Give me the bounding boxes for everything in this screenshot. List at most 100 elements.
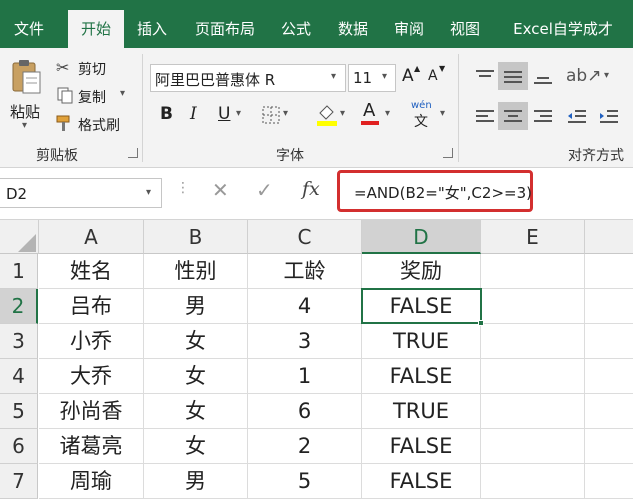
fill-color-icon[interactable] [316, 103, 338, 127]
cell-d3[interactable]: TRUE [362, 324, 481, 359]
cell-e4[interactable] [481, 359, 585, 394]
copy-button[interactable]: 复制 ▾ [56, 86, 132, 106]
insert-function-icon[interactable]: fx [302, 178, 320, 200]
tab-file[interactable]: 文件 [0, 0, 58, 48]
cell-c3[interactable]: 3 [248, 324, 362, 359]
cell-a3[interactable]: 小乔 [39, 324, 144, 359]
font-name-dropdown[interactable]: 阿里巴巴普惠体 R ▾ [150, 64, 346, 92]
row-header-3[interactable]: 3 [0, 324, 38, 359]
cell-b2[interactable]: 男 [144, 289, 248, 324]
orientation-icon[interactable]: ab↗ [566, 66, 601, 86]
cell-f1[interactable] [585, 254, 633, 289]
formula-input[interactable]: =AND(B2="女",C2>=3) [337, 170, 533, 212]
column-header-b[interactable]: B [144, 220, 248, 254]
cell-a7[interactable]: 周瑜 [39, 464, 144, 499]
tab-home[interactable]: 开始 [68, 10, 124, 48]
tab-formulas[interactable]: 公式 [272, 0, 320, 48]
cell-b3[interactable]: 女 [144, 324, 248, 359]
fill-handle[interactable] [478, 320, 484, 326]
cell-f2[interactable] [585, 289, 633, 324]
grow-font-button[interactable]: A ▲ [402, 64, 422, 88]
cell-f7[interactable] [585, 464, 633, 499]
column-header-e[interactable]: E [481, 220, 585, 254]
fill-color-dropdown-icon[interactable]: ▾ [340, 108, 345, 119]
select-all-corner[interactable] [0, 220, 39, 254]
copy-dropdown-icon[interactable]: ▾ [120, 88, 125, 99]
tab-insert[interactable]: 插入 [128, 0, 176, 48]
cell-f3[interactable] [585, 324, 633, 359]
column-header-a[interactable]: A [39, 220, 144, 254]
cell-a4[interactable]: 大乔 [39, 359, 144, 394]
cancel-icon[interactable]: ✕ [212, 178, 229, 202]
cell-c1[interactable]: 工龄 [248, 254, 362, 289]
borders-icon[interactable] [262, 106, 280, 124]
cell-e2[interactable] [481, 289, 585, 324]
italic-button[interactable]: I [190, 104, 197, 124]
cell-f6[interactable] [585, 429, 633, 464]
cell-c6[interactable]: 2 [248, 429, 362, 464]
cell-a1[interactable]: 姓名 [39, 254, 144, 289]
tab-excel-self-study[interactable]: Excel自学成才 [498, 0, 628, 48]
cell-d6[interactable]: FALSE [362, 429, 481, 464]
phonetic-guide-button[interactable]: wén 文 [410, 100, 438, 130]
row-header-7[interactable]: 7 [0, 464, 38, 499]
cell-d5[interactable]: TRUE [362, 394, 481, 429]
cell-d2[interactable]: FALSE [362, 289, 481, 324]
align-bottom-icon[interactable] [532, 68, 554, 86]
enter-icon[interactable]: ✓ [256, 178, 273, 202]
cell-f4[interactable] [585, 359, 633, 394]
align-top-icon[interactable] [474, 68, 496, 86]
name-box[interactable]: D2 ▾ [0, 178, 162, 208]
borders-dropdown-icon[interactable]: ▾ [283, 108, 288, 119]
decrease-indent-icon[interactable] [566, 108, 588, 126]
font-launcher-icon[interactable] [443, 148, 453, 158]
column-header-c[interactable]: C [248, 220, 362, 254]
align-left-icon[interactable] [474, 108, 496, 126]
cell-e6[interactable] [481, 429, 585, 464]
cell-a5[interactable]: 孙尚香 [39, 394, 144, 429]
font-color-dropdown-icon[interactable]: ▾ [385, 108, 390, 119]
font-size-dropdown[interactable]: 11 ▾ [348, 64, 396, 92]
orientation-dropdown-icon[interactable]: ▾ [604, 70, 609, 81]
row-header-6[interactable]: 6 [0, 429, 38, 464]
cell-a6[interactable]: 诸葛亮 [39, 429, 144, 464]
cell-b4[interactable]: 女 [144, 359, 248, 394]
cell-d4[interactable]: FALSE [362, 359, 481, 394]
underline-button[interactable]: U [218, 104, 230, 124]
cell-d7[interactable]: FALSE [362, 464, 481, 499]
cell-c7[interactable]: 5 [248, 464, 362, 499]
cell-c5[interactable]: 6 [248, 394, 362, 429]
row-header-1[interactable]: 1 [0, 254, 38, 289]
phonetic-dropdown-icon[interactable]: ▾ [440, 108, 445, 119]
paste-button[interactable]: 粘贴 ▾ [6, 56, 48, 136]
cell-e1[interactable] [481, 254, 585, 289]
row-header-2[interactable]: 2 [0, 289, 38, 324]
cell-e5[interactable] [481, 394, 585, 429]
row-header-5[interactable]: 5 [0, 394, 38, 429]
align-middle-button[interactable] [498, 62, 528, 90]
cell-b1[interactable]: 性别 [144, 254, 248, 289]
cut-button[interactable]: ✂ 剪切 [56, 58, 116, 78]
shrink-font-button[interactable]: A ▼ [428, 64, 448, 88]
cell-d1[interactable]: 奖励 [362, 254, 481, 289]
increase-indent-icon[interactable] [598, 108, 620, 126]
cell-e7[interactable] [481, 464, 585, 499]
align-right-icon[interactable] [532, 108, 554, 126]
cell-b5[interactable]: 女 [144, 394, 248, 429]
underline-dropdown-icon[interactable]: ▾ [236, 108, 241, 119]
cell-c4[interactable]: 1 [248, 359, 362, 394]
cell-e3[interactable] [481, 324, 585, 359]
cell-b6[interactable]: 女 [144, 429, 248, 464]
tab-review[interactable]: 审阅 [384, 0, 434, 48]
tab-view[interactable]: 视图 [440, 0, 490, 48]
format-painter-button[interactable]: 格式刷 [56, 114, 132, 134]
cell-f5[interactable] [585, 394, 633, 429]
column-header-f[interactable] [585, 220, 633, 254]
tab-page-layout[interactable]: 页面布局 [186, 0, 264, 48]
align-center-button[interactable] [498, 102, 528, 130]
column-header-d[interactable]: D [362, 220, 481, 254]
cell-a2[interactable]: 吕布 [39, 289, 144, 324]
cell-c2[interactable]: 4 [248, 289, 362, 324]
clipboard-launcher-icon[interactable] [128, 148, 138, 158]
tab-data[interactable]: 数据 [328, 0, 378, 48]
